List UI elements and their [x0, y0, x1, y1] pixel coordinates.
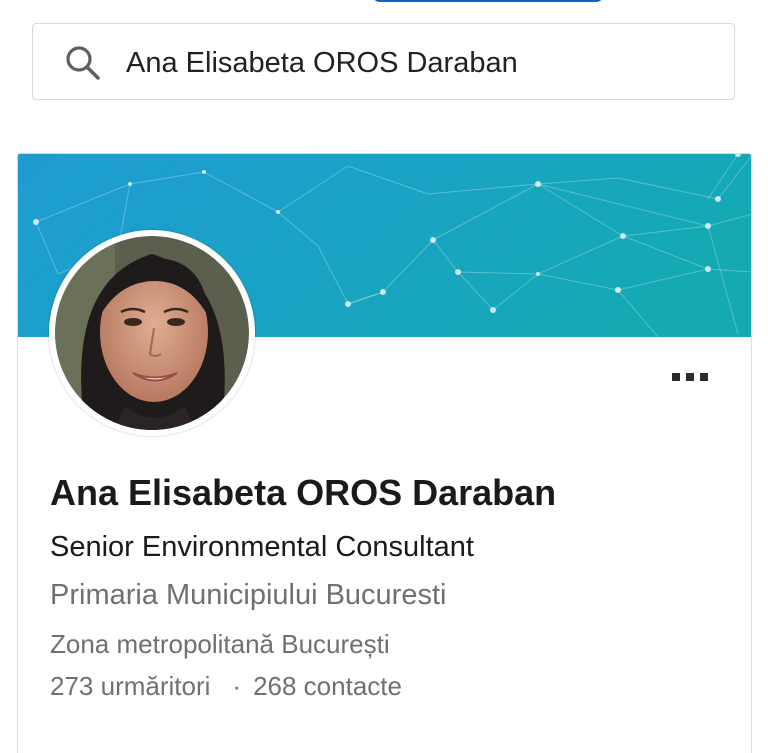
more-horizontal-icon [672, 373, 680, 381]
connections-count[interactable]: 268 contacte [253, 671, 402, 701]
more-horizontal-icon-dot [686, 373, 694, 381]
search-query[interactable]: Ana Elisabeta OROS Daraban [126, 46, 518, 80]
profile-stats: 273 urmăritori · 268 contacte [50, 671, 402, 701]
profile-location: Zona metropolitană București [50, 629, 390, 659]
profile-headline: Senior Environmental Consultant [50, 531, 474, 563]
top-action-button[interactable] [372, 0, 604, 2]
profile-company: Primaria Municipiului Bucuresti [50, 579, 447, 611]
more-horizontal-icon-dot [700, 373, 708, 381]
stats-separator: · [232, 671, 242, 701]
profile-name[interactable]: Ana Elisabeta OROS Daraban [50, 472, 556, 514]
avatar[interactable] [55, 236, 249, 430]
search-icon [66, 46, 100, 80]
followers-count[interactable]: 273 urmăritori [50, 671, 210, 701]
more-options-button[interactable] [664, 364, 716, 390]
